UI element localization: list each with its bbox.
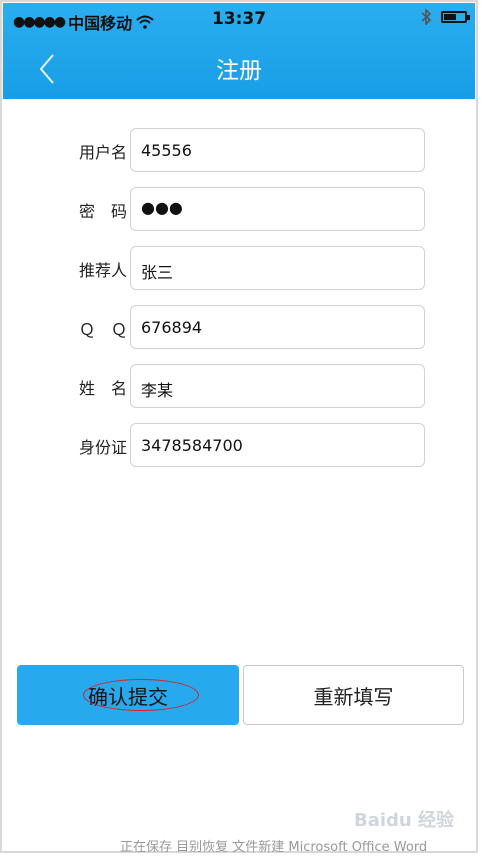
battery-icon xyxy=(441,11,470,23)
password-label: 密 码 xyxy=(78,202,127,221)
red-annotation-circle xyxy=(83,679,199,711)
status-right xyxy=(421,9,470,25)
form-row-name: 姓 名 李某 xyxy=(0,364,482,408)
app-header: ●●●●● 中国移动 13:37 注册 xyxy=(3,3,475,99)
form-row-id-card: 身份证 3478584700 xyxy=(0,423,482,467)
nav-bar: 注册 xyxy=(3,37,475,99)
name-input[interactable]: 李某 xyxy=(130,364,425,408)
qq-label: Ｑ Ｑ xyxy=(78,320,127,339)
bluetooth-icon xyxy=(421,9,431,25)
id-card-input[interactable]: 3478584700 xyxy=(130,423,425,467)
referrer-label: 推荐人 xyxy=(78,261,127,280)
username-label: 用户名 xyxy=(78,143,127,162)
referrer-input[interactable]: 张三 xyxy=(130,246,425,290)
status-time: 13:37 xyxy=(211,9,267,29)
reset-button[interactable]: 重新填写 xyxy=(243,665,464,725)
status-bar: ●●●●● 中国移动 13:37 xyxy=(3,3,475,37)
form-row-referrer: 推荐人 张三 xyxy=(0,246,482,290)
password-input[interactable]: ●●● xyxy=(130,187,425,231)
taskbar-text: 正在保存 目别恢复 文件新建 Microsoft Office Word xyxy=(120,840,428,855)
name-label: 姓 名 xyxy=(78,379,127,398)
baidu-watermark: Baidu 经验 xyxy=(353,810,454,831)
page-title: 注册 xyxy=(216,58,262,84)
form-row-qq: Ｑ Ｑ 676894 xyxy=(0,305,482,349)
form-row-password: 密 码 ●●● xyxy=(0,187,482,231)
username-input[interactable]: 45556 xyxy=(130,128,425,172)
id-card-label: 身份证 xyxy=(78,438,127,457)
form-row-username: 用户名 45556 xyxy=(0,128,482,172)
qq-input[interactable]: 676894 xyxy=(130,305,425,349)
